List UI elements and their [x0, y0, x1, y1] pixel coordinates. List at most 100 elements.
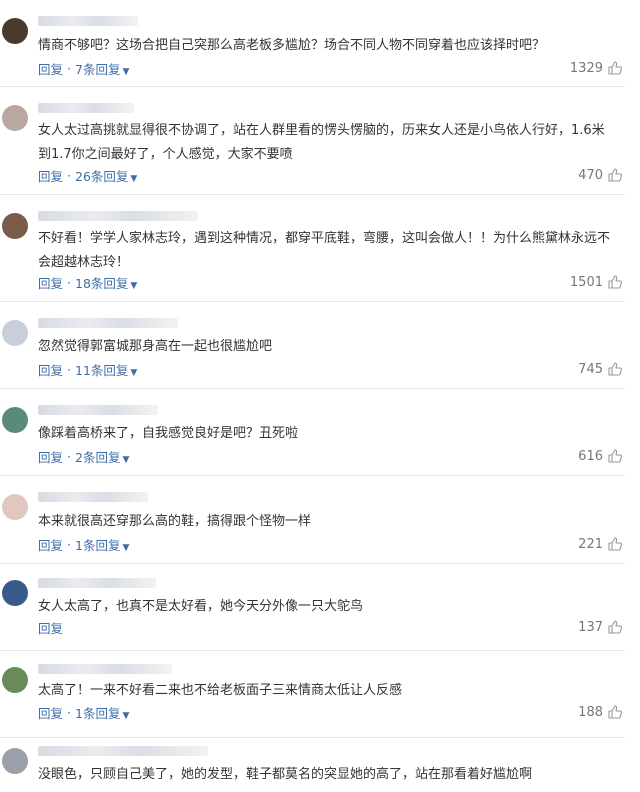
- thumbs-up-icon: [608, 362, 622, 376]
- separator: ·: [67, 167, 71, 183]
- avatar[interactable]: [2, 320, 28, 346]
- avatar[interactable]: [2, 494, 28, 520]
- avatar[interactable]: [2, 580, 28, 606]
- comment-actions: 回复 · 26条回复 ▼: [38, 166, 137, 184]
- like-count: 137: [578, 619, 603, 635]
- comment-item: 情商不够吧？这场合把自己突那么高老板多尴尬？场合不同人物不同穿着也应该择时吧？ …: [0, 0, 625, 87]
- reply-button[interactable]: 回复: [38, 273, 63, 292]
- thumbs-up-icon: [608, 537, 622, 551]
- separator: ·: [67, 274, 71, 290]
- replies-count-label: 1条回复: [75, 705, 121, 721]
- username-blurred[interactable]: [38, 103, 134, 113]
- replies-count-label: 26条回复: [75, 168, 129, 184]
- avatar[interactable]: [2, 667, 28, 693]
- comment-actions: 回复 · 1条回复 ▼: [38, 703, 129, 721]
- reply-button[interactable]: 回复: [38, 360, 63, 379]
- chevron-down-icon: ▼: [130, 280, 138, 291]
- like-button[interactable]: 188: [578, 703, 623, 721]
- like-count: 470: [578, 167, 603, 183]
- comment-text: 忽然觉得郭富城那身高在一起也很尴尬吧: [38, 335, 618, 359]
- reply-button[interactable]: 回复: [38, 447, 63, 466]
- thumbs-up-icon: [608, 449, 622, 463]
- comment-text: 不好看！学学人家林志玲，遇到这种情况，都穿平底鞋，弯腰，这叫会做人！！为什么熊黛…: [38, 227, 618, 275]
- view-replies-button[interactable]: 11条回复 ▼: [75, 360, 137, 379]
- like-count: 221: [578, 536, 603, 552]
- username-blurred[interactable]: [38, 318, 178, 328]
- comment-text-line: 情商不够吧？这场合把自己突那么高老板多尴尬？场合不同人物不同穿着也应该择时吧？: [38, 38, 546, 53]
- comment-actions: 回复: [38, 618, 63, 636]
- reply-button[interactable]: 回复: [38, 535, 63, 554]
- like-button[interactable]: 1329: [570, 59, 623, 77]
- replies-count-label: 11条回复: [75, 362, 129, 378]
- like-button[interactable]: 616: [578, 447, 623, 465]
- view-replies-button[interactable]: 2条回复 ▼: [75, 447, 129, 466]
- avatar[interactable]: [2, 18, 28, 44]
- username-blurred[interactable]: [38, 746, 208, 756]
- comment-text: 没眼色，只顾自己美了，她的发型，鞋子都莫名的突显她的高了，站在那看着好尴尬啊: [38, 763, 618, 787]
- comment-text-line: 没眼色，只顾自己美了，她的发型，鞋子都莫名的突显她的高了，站在那看着好尴尬啊: [38, 767, 533, 782]
- comment-item: 没眼色，只顾自己美了，她的发型，鞋子都莫名的突显她的高了，站在那看着好尴尬啊: [0, 738, 625, 792]
- like-count: 188: [578, 704, 603, 720]
- chevron-down-icon: ▼: [122, 66, 130, 77]
- separator: ·: [67, 704, 71, 720]
- view-replies-button[interactable]: 18条回复 ▼: [75, 273, 137, 292]
- thumbs-up-icon: [608, 620, 622, 634]
- like-button[interactable]: 745: [578, 360, 623, 378]
- like-button[interactable]: 221: [578, 535, 623, 553]
- replies-count-label: 18条回复: [75, 275, 129, 291]
- separator: ·: [67, 536, 71, 552]
- replies-count-label: 1条回复: [75, 537, 121, 553]
- replies-count-label: 7条回复: [75, 61, 121, 77]
- username-blurred[interactable]: [38, 664, 172, 674]
- comment-item: 太高了！一来不好看二来也不给老板面子三来情商太低让人反感 回复 · 1条回复 ▼ …: [0, 651, 625, 738]
- thumbs-up-icon: [608, 168, 622, 182]
- separator: ·: [67, 361, 71, 377]
- like-button[interactable]: 470: [578, 166, 623, 184]
- like-count: 616: [578, 448, 603, 464]
- comment-text-line: 本来就很高还穿那么高的鞋，搞得跟个怪物一样: [38, 514, 312, 529]
- comment-actions: 回复 · 2条回复 ▼: [38, 447, 129, 465]
- view-replies-button[interactable]: 1条回复 ▼: [75, 703, 129, 722]
- replies-count-label: 2条回复: [75, 449, 121, 465]
- comment-item: 忽然觉得郭富城那身高在一起也很尴尬吧 回复 · 11条回复 ▼ 745: [0, 302, 625, 389]
- comment-text-line: 女人太过高挑就显得很不协调了，站在人群里看的愣头愣脑的，历来女人还是小鸟依人行好…: [38, 123, 605, 138]
- username-blurred[interactable]: [38, 492, 148, 502]
- reply-button[interactable]: 回复: [38, 703, 63, 722]
- comment-text-line: 像踩着高桥来了，自我感觉良好是吧？丑死啦: [38, 426, 299, 441]
- view-replies-button[interactable]: 26条回复 ▼: [75, 166, 137, 185]
- comment-text-line: 不好看！学学人家林志玲，遇到这种情况，都穿平底鞋，弯腰，这叫会做人！！为什么熊黛…: [38, 231, 611, 246]
- chevron-down-icon: ▼: [130, 173, 138, 184]
- like-count: 1501: [569, 274, 603, 290]
- reply-button[interactable]: 回复: [38, 59, 63, 78]
- separator: ·: [67, 60, 71, 76]
- comment-text: 像踩着高桥来了，自我感觉良好是吧？丑死啦: [38, 422, 618, 446]
- like-button[interactable]: 1501: [570, 273, 623, 291]
- reply-button[interactable]: 回复: [38, 166, 63, 185]
- avatar[interactable]: [2, 105, 28, 131]
- username-blurred[interactable]: [38, 16, 138, 26]
- view-replies-button[interactable]: 1条回复 ▼: [75, 535, 129, 554]
- comment-text-line: 太高了！一来不好看二来也不给老板面子三来情商太低让人反感: [38, 683, 403, 698]
- comment-actions: 回复 · 18条回复 ▼: [38, 273, 137, 291]
- comment-item: 女人太过高挑就显得很不协调了，站在人群里看的愣头愣脑的，历来女人还是小鸟依人行好…: [0, 87, 625, 195]
- avatar[interactable]: [2, 213, 28, 239]
- reply-button[interactable]: 回复: [38, 618, 63, 637]
- thumbs-up-icon: [608, 705, 622, 719]
- comment-text: 本来就很高还穿那么高的鞋，搞得跟个怪物一样: [38, 510, 618, 534]
- like-button[interactable]: 137: [578, 618, 623, 636]
- username-blurred[interactable]: [38, 578, 156, 588]
- username-blurred[interactable]: [38, 211, 198, 221]
- like-count: 745: [578, 361, 603, 377]
- thumbs-up-icon: [608, 275, 622, 289]
- avatar[interactable]: [2, 748, 28, 774]
- separator: ·: [67, 448, 71, 464]
- comment-list: 情商不够吧？这场合把自己突那么高老板多尴尬？场合不同人物不同穿着也应该择时吧？ …: [0, 0, 640, 792]
- comment-text: 女人太高了，也真不是太好看，她今天分外像一只大鸵鸟: [38, 595, 618, 619]
- view-replies-button[interactable]: 7条回复 ▼: [75, 59, 129, 78]
- username-blurred[interactable]: [38, 405, 158, 415]
- comment-item: 不好看！学学人家林志玲，遇到这种情况，都穿平底鞋，弯腰，这叫会做人！！为什么熊黛…: [0, 195, 625, 302]
- comment-text-line: 到1.7你之间最好了，个人感觉，大家不要喷: [38, 147, 293, 162]
- comment-actions: 回复 · 7条回复 ▼: [38, 59, 129, 77]
- avatar[interactable]: [2, 407, 28, 433]
- chevron-down-icon: ▼: [122, 542, 130, 553]
